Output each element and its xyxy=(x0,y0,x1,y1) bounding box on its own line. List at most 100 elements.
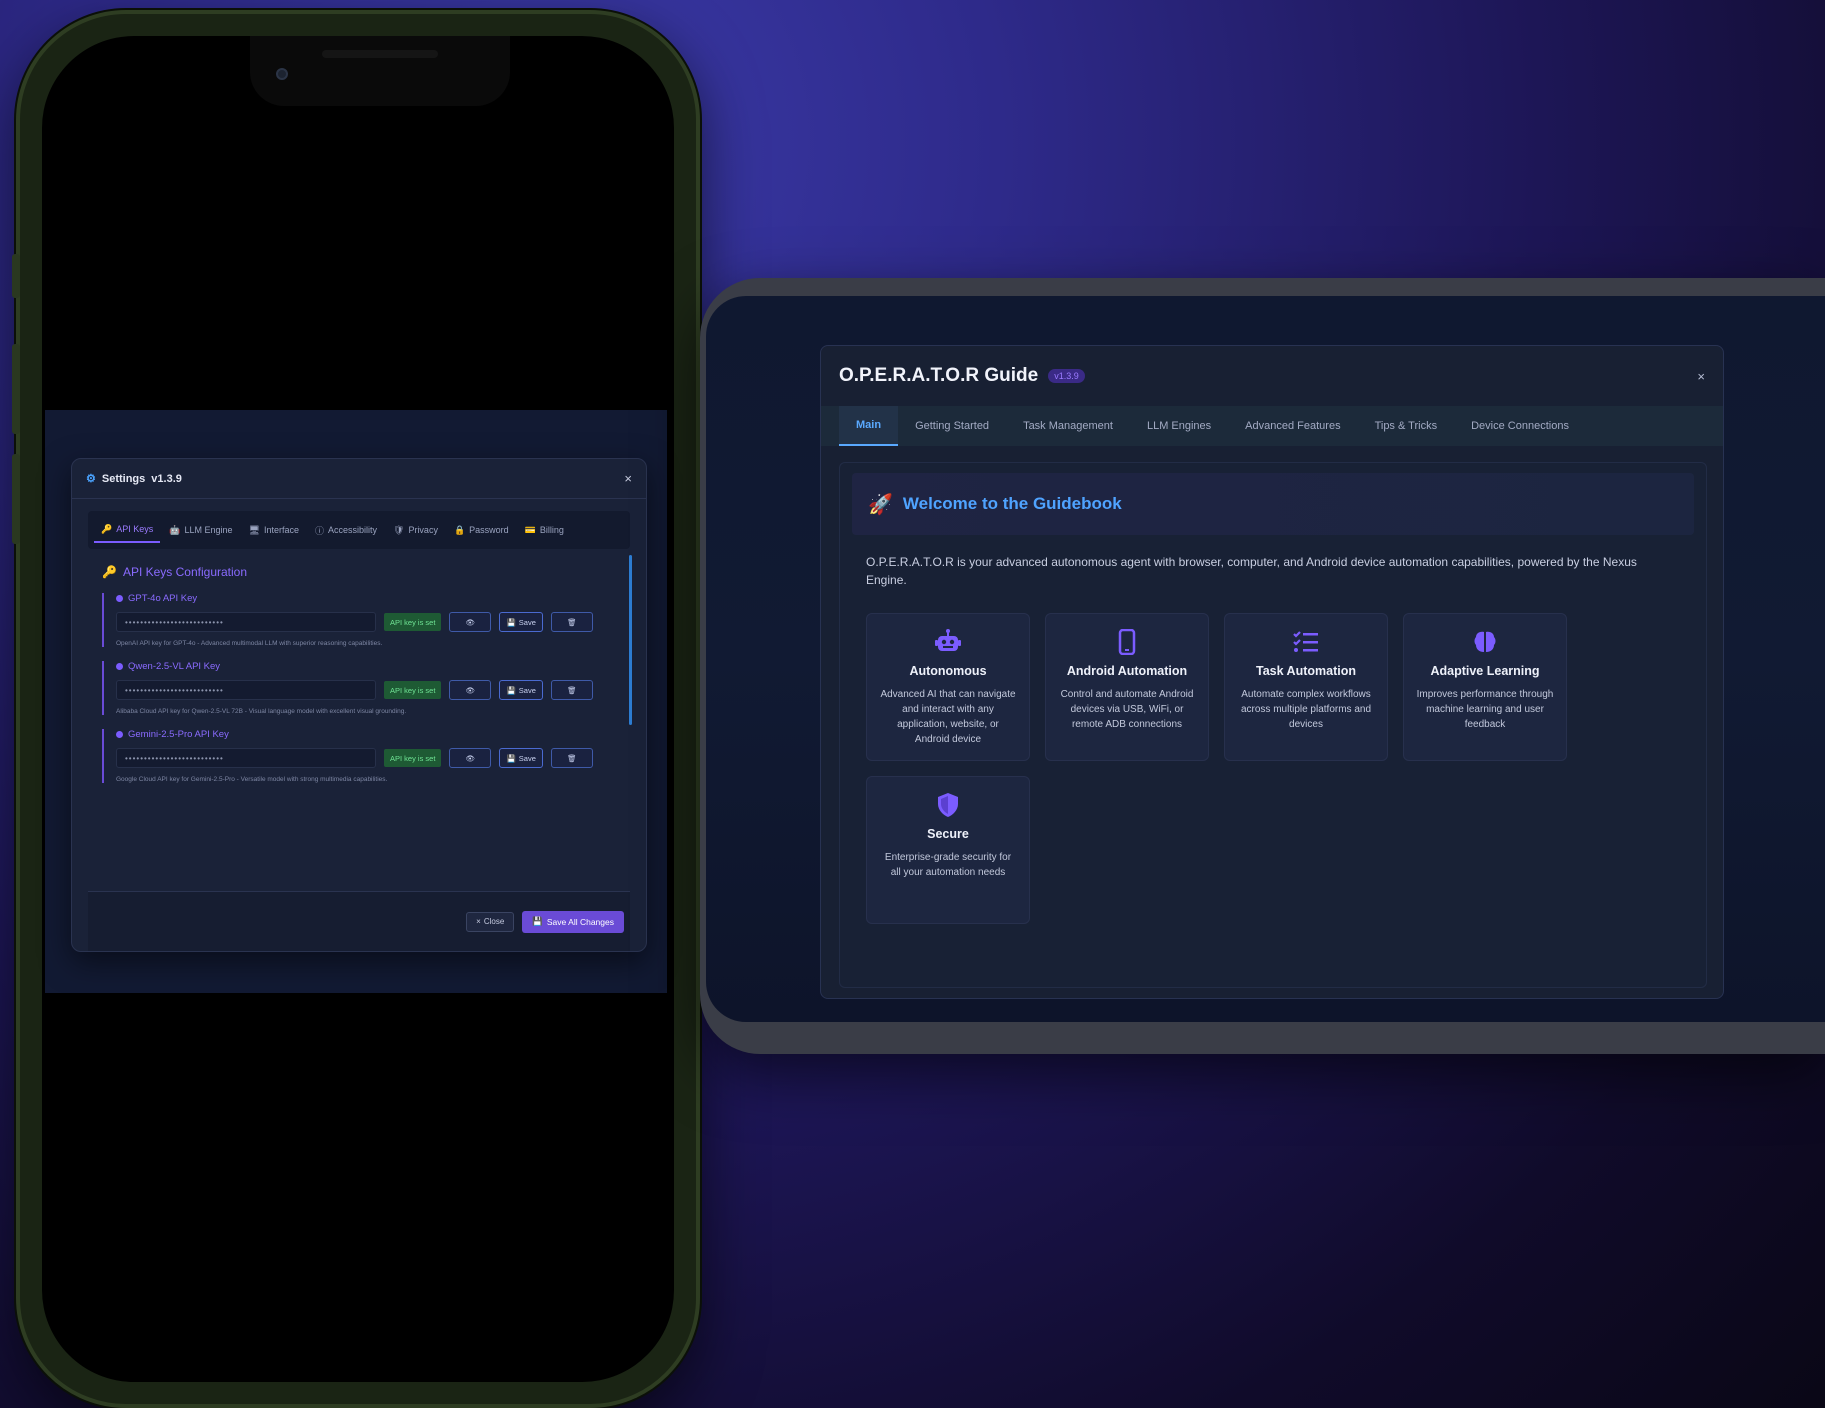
feature-card-title: Adaptive Learning xyxy=(1430,664,1540,678)
toggle-visibility-button[interactable]: 👁 xyxy=(449,748,492,768)
settings-tab-privacy[interactable]: 🛡 Privacy xyxy=(386,519,445,542)
brain-icon xyxy=(1416,628,1554,656)
settings-tab-interface[interactable]: 🖥 Interface xyxy=(242,519,306,542)
api-key-description: Google Cloud API key for Gemini-2.5-Pro … xyxy=(116,776,388,783)
eye-icon: 👁 xyxy=(465,753,476,763)
feature-card-adaptive-learning: Adaptive Learning Improves performance th… xyxy=(1403,613,1567,761)
settings-footer: × Close 💾 Save All Changes xyxy=(88,891,630,951)
api-key-block: Gemini-2.5-Pro API Key ••••••••••••••••••… xyxy=(102,729,610,783)
settings-tab-password[interactable]: 🔒 Password xyxy=(447,519,516,542)
api-key-status-badge: API key is set xyxy=(384,613,442,631)
feature-card-description: Enterprise-grade security for all your a… xyxy=(884,852,1012,878)
api-keys-section-title: 🔑 API Keys Configuration xyxy=(102,565,634,579)
settings-tab-label: Privacy xyxy=(408,525,438,535)
save-key-label: Save xyxy=(518,617,536,627)
api-key-row: •••••••••••••••••••••••••• API key is set… xyxy=(116,612,610,632)
trash-icon: 🗑 xyxy=(567,617,577,627)
guide-tab-advanced-features[interactable]: Advanced Features xyxy=(1228,406,1357,446)
api-key-list: GPT-4o API Key ••••••••••••••••••••••••••… xyxy=(88,593,634,783)
mobile-phone-icon xyxy=(1058,628,1196,656)
eye-icon: 👁 xyxy=(465,617,476,627)
gear-icon: ⚙ xyxy=(86,473,96,485)
save-all-changes-button[interactable]: 💾 Save All Changes xyxy=(522,910,624,933)
settings-tab-label: Billing xyxy=(539,525,564,535)
guide-body: 🚀 Welcome to the Guidebook O.P.E.R.A.T.O… xyxy=(839,462,1707,988)
settings-close-button[interactable]: × xyxy=(624,471,632,486)
guide-tab-tips-tricks[interactable]: Tips & Tricks xyxy=(1358,406,1455,446)
model-icon xyxy=(116,595,123,602)
api-key-description: Alibaba Cloud API key for Qwen-2.5-VL 72… xyxy=(116,708,407,715)
settings-tab-llm-engine[interactable]: 🤖 LLM Engine xyxy=(162,519,239,542)
delete-key-button[interactable]: 🗑 xyxy=(550,680,593,700)
phone-mute-switch xyxy=(12,254,20,298)
api-key-input[interactable]: •••••••••••••••••••••••••• xyxy=(116,680,376,700)
api-keys-section-title-text: API Keys Configuration xyxy=(122,565,248,579)
phone-volume-up-button xyxy=(12,344,20,434)
settings-modal: ⚙ Settings v1.3.9 × 🔑 API Keys 🤖 LLM Engine… xyxy=(71,458,647,952)
api-key-label-text: Gemini-2.5-Pro API Key xyxy=(128,729,229,740)
api-key-status-badge: API key is set xyxy=(384,749,442,767)
feature-card-autonomous: Autonomous Advanced AI that can navigate … xyxy=(866,613,1030,761)
api-key-label-text: GPT-4o API Key xyxy=(128,593,198,604)
task-list-icon xyxy=(1237,628,1375,656)
guide-tab-task-management[interactable]: Task Management xyxy=(1006,406,1130,446)
feature-cards: Autonomous Advanced AI that can navigate … xyxy=(866,613,1680,924)
settings-tab-accessibility[interactable]: ⓘ Accessibility xyxy=(308,518,384,543)
delete-key-button[interactable]: 🗑 xyxy=(550,612,593,632)
eye-icon: 👁 xyxy=(465,685,476,695)
guide-tab-device-connections[interactable]: Device Connections xyxy=(1454,406,1586,446)
feature-card-description: Advanced AI that can navigate and intera… xyxy=(880,689,1016,745)
settings-scrollbar[interactable] xyxy=(629,555,632,725)
guide-tabs: Main Getting Started Task Management LLM En… xyxy=(821,406,1723,446)
settings-tab-billing[interactable]: 💳 Billing xyxy=(518,519,571,542)
save-key-button[interactable]: 💾 Save xyxy=(499,748,543,768)
key-icon: 🔑 xyxy=(102,565,117,579)
api-key-row: •••••••••••••••••••••••••• API key is set… xyxy=(116,680,610,700)
rocket-icon: 🚀 xyxy=(868,493,893,516)
guide-tab-getting-started[interactable]: Getting Started xyxy=(898,406,1006,446)
settings-tab-api-keys[interactable]: 🔑 API Keys xyxy=(94,518,161,543)
guide-tab-main[interactable]: Main xyxy=(839,406,899,446)
feature-card-description: Improves performance through machine lea… xyxy=(1416,689,1554,730)
feature-card-secure: Secure Enterprise-grade security for all … xyxy=(866,776,1030,924)
guide-intro-text: O.P.E.R.A.T.O.R is your advanced autonom… xyxy=(866,555,1637,587)
api-key-status-badge: API key is set xyxy=(384,681,442,699)
tablet-device: O.P.E.R.A.T.O.R Guide v1.3.9 × Main Getti… xyxy=(700,278,1825,1054)
api-key-input[interactable]: •••••••••••••••••••••••••• xyxy=(116,748,376,768)
save-key-button[interactable]: 💾 Save xyxy=(499,680,543,700)
api-key-row: •••••••••••••••••••••••••• API key is set… xyxy=(116,748,610,768)
feature-card-task-automation: Task Automation Automate complex workflow… xyxy=(1224,613,1388,761)
settings-tab-label: Password xyxy=(469,525,509,535)
settings-tab-label: Accessibility xyxy=(327,525,377,535)
guide-version-badge: v1.3.9 xyxy=(1048,369,1085,383)
guide-tab-llm-engines[interactable]: LLM Engines xyxy=(1130,406,1228,446)
save-key-button[interactable]: 💾 Save xyxy=(499,612,543,632)
model-icon xyxy=(116,663,123,670)
feature-card-title: Secure xyxy=(927,827,969,841)
toggle-visibility-button[interactable]: 👁 xyxy=(449,680,492,700)
guide-close-button[interactable]: × xyxy=(1697,369,1705,384)
feature-card-title: Android Automation xyxy=(1066,664,1188,678)
api-key-label-text: Qwen-2.5-VL API Key xyxy=(128,661,221,672)
settings-title-text: Settings xyxy=(101,472,146,485)
settings-title: ⚙ Settings v1.3.9 xyxy=(86,472,182,486)
save-all-changes-label: Save All Changes xyxy=(546,916,614,927)
save-key-label: Save xyxy=(518,753,536,763)
feature-card-title: Task Automation xyxy=(1255,664,1356,678)
api-key-input[interactable]: •••••••••••••••••••••••••• xyxy=(116,612,376,632)
save-key-label: Save xyxy=(518,685,536,695)
lock-icon: 🔒 xyxy=(453,524,466,535)
save-icon: 💾 xyxy=(506,685,516,695)
settings-header: ⚙ Settings v1.3.9 × xyxy=(72,459,646,499)
accessibility-icon: ⓘ xyxy=(314,525,324,536)
phone-notch xyxy=(250,36,510,106)
feature-card-description: Control and automate Android devices via… xyxy=(1060,689,1194,730)
toggle-visibility-button[interactable]: 👁 xyxy=(449,612,492,632)
delete-key-button[interactable]: 🗑 xyxy=(550,748,593,768)
close-button[interactable]: × Close xyxy=(466,911,515,932)
settings-body: 🔑 API Keys Configuration GPT-4o API Key •… xyxy=(88,555,634,885)
welcome-title: Welcome to the Guidebook xyxy=(902,494,1122,513)
robot-icon xyxy=(879,628,1017,656)
phone-app-content: ⚙ Settings v1.3.9 × 🔑 API Keys 🤖 LLM Engine… xyxy=(45,410,667,993)
guide-title-wrap: O.P.E.R.A.T.O.R Guide v1.3.9 xyxy=(839,365,1085,387)
